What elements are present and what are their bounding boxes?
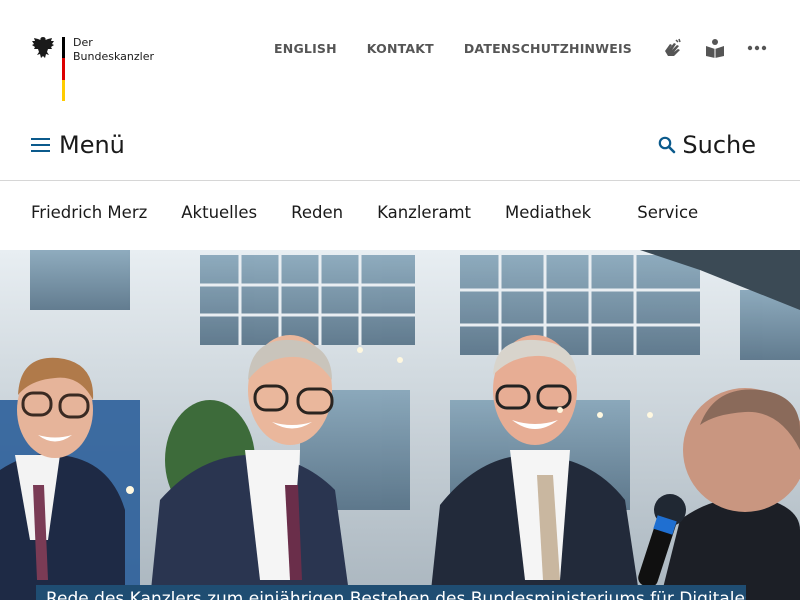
hero-photo bbox=[0, 250, 800, 600]
site-header: Der Bundeskanzler ENGLISH KONTAKT DATENS… bbox=[0, 0, 800, 115]
main-navigation: Friedrich Merz Aktuelles Reden Kanzleram… bbox=[0, 182, 800, 250]
search-icon bbox=[659, 136, 676, 154]
nav-item-aktuelles[interactable]: Aktuelles bbox=[181, 203, 257, 222]
hero-caption[interactable]: Rede des Kanzlers zum einjährigen Besteh… bbox=[36, 585, 746, 600]
hamburger-icon bbox=[31, 138, 50, 152]
logo-text: Der Bundeskanzler bbox=[73, 36, 154, 64]
nav-item-service[interactable]: Service bbox=[637, 203, 698, 222]
hero-image[interactable] bbox=[0, 250, 800, 600]
menu-label: Menü bbox=[59, 131, 125, 159]
datenschutz-link[interactable]: DATENSCHUTZHINWEIS bbox=[464, 41, 632, 56]
federal-eagle-icon bbox=[32, 37, 54, 58]
easy-language-icon[interactable] bbox=[704, 37, 726, 59]
kontakt-link[interactable]: KONTAKT bbox=[367, 41, 434, 56]
logo-line-2: Bundeskanzler bbox=[73, 50, 154, 63]
more-icon[interactable] bbox=[746, 37, 768, 59]
nav-item-kanzleramt[interactable]: Kanzleramt bbox=[377, 203, 471, 222]
bundeskanzler-logo[interactable]: Der Bundeskanzler bbox=[31, 35, 154, 101]
nav-item-friedrich-merz[interactable]: Friedrich Merz bbox=[31, 203, 147, 222]
sign-language-icon[interactable] bbox=[662, 37, 684, 59]
german-flag-stripe bbox=[62, 37, 65, 101]
menu-button[interactable]: Menü bbox=[31, 131, 125, 159]
search-button[interactable]: Suche bbox=[658, 131, 756, 159]
search-label: Suche bbox=[682, 131, 756, 159]
menu-bar: Menü Suche bbox=[0, 115, 800, 181]
nav-item-mediathek[interactable]: Mediathek bbox=[505, 203, 591, 222]
utility-navigation: ENGLISH KONTAKT DATENSCHUTZHINWEIS bbox=[274, 36, 768, 60]
logo-line-1: Der bbox=[73, 36, 93, 49]
nav-item-reden[interactable]: Reden bbox=[291, 203, 343, 222]
english-link[interactable]: ENGLISH bbox=[274, 41, 337, 56]
